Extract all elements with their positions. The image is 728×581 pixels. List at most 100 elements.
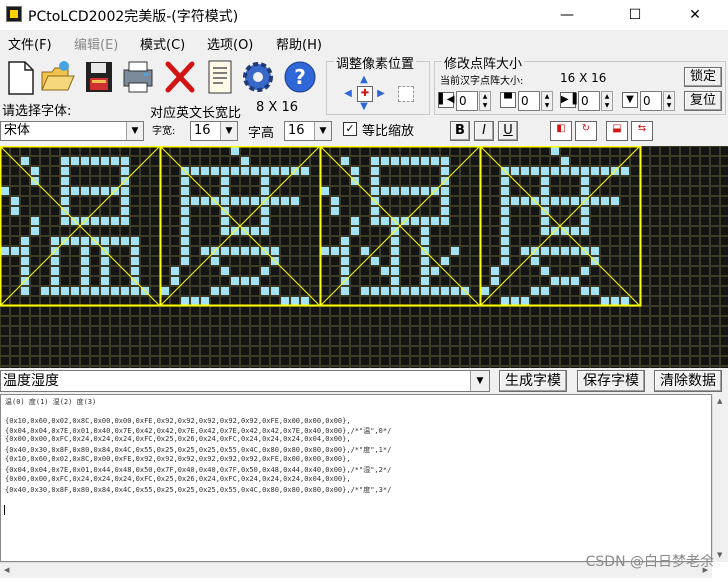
pixel-off[interactable]	[191, 247, 199, 255]
pixel-off[interactable]	[431, 307, 439, 315]
pixel-off[interactable]	[361, 337, 369, 345]
pixel-off[interactable]	[671, 227, 679, 235]
pixel-on[interactable]	[1, 247, 9, 255]
pixel-off[interactable]	[411, 197, 419, 205]
pixel-off[interactable]	[651, 327, 659, 335]
pixel-off[interactable]	[261, 277, 269, 285]
pixel-off[interactable]	[71, 277, 79, 285]
pixel-off[interactable]	[471, 237, 479, 245]
pixel-off[interactable]	[601, 227, 609, 235]
pixel-off[interactable]	[271, 227, 279, 235]
rotate-icon[interactable]: ↻	[575, 121, 597, 141]
pixel-off[interactable]	[691, 357, 699, 365]
pixel-off[interactable]	[11, 267, 19, 275]
pixel-off[interactable]	[171, 207, 179, 215]
pixel-off[interactable]	[591, 157, 599, 165]
pixel-off[interactable]	[61, 277, 69, 285]
pixel-off[interactable]	[341, 187, 349, 195]
pixel-off[interactable]	[401, 147, 409, 155]
pixel-off[interactable]	[521, 317, 529, 325]
pixel-on[interactable]	[501, 207, 509, 215]
pixel-grid[interactable]	[0, 146, 728, 368]
pixel-off[interactable]	[301, 347, 309, 355]
pixel-on[interactable]	[191, 167, 199, 175]
pixel-off[interactable]	[641, 307, 649, 315]
pixel-off[interactable]	[561, 187, 569, 195]
pixel-on[interactable]	[111, 217, 119, 225]
pixel-off[interactable]	[401, 297, 409, 305]
pixel-off[interactable]	[221, 147, 229, 155]
left-spin-arrows[interactable]: ▲ ▼	[479, 91, 491, 111]
pixel-off[interactable]	[171, 237, 179, 245]
pixel-off[interactable]	[341, 207, 349, 215]
pixel-off[interactable]	[461, 347, 469, 355]
pixel-off[interactable]	[561, 297, 569, 305]
pixel-off[interactable]	[711, 307, 719, 315]
pixel-on[interactable]	[541, 177, 549, 185]
pixel-on[interactable]	[561, 167, 569, 175]
pixel-off[interactable]	[181, 327, 189, 335]
pixel-off[interactable]	[91, 257, 99, 265]
pixel-off[interactable]	[611, 207, 619, 215]
bottom-spin-input[interactable]: 0	[640, 91, 662, 111]
pixel-off[interactable]	[721, 297, 728, 305]
pixel-off[interactable]	[11, 277, 19, 285]
pixel-off[interactable]	[421, 177, 429, 185]
pixel-off[interactable]	[721, 327, 728, 335]
pixel-off[interactable]	[521, 177, 529, 185]
pixel-off[interactable]	[121, 277, 129, 285]
pixel-off[interactable]	[241, 187, 249, 195]
pixel-on[interactable]	[371, 187, 379, 195]
pixel-off[interactable]	[451, 307, 459, 315]
pixel-off[interactable]	[21, 347, 29, 355]
pixel-off[interactable]	[271, 297, 279, 305]
pixel-on[interactable]	[181, 217, 189, 225]
pixel-off[interactable]	[591, 327, 599, 335]
pixel-off[interactable]	[471, 177, 479, 185]
pixel-on[interactable]	[61, 177, 69, 185]
pixel-off[interactable]	[621, 227, 629, 235]
pixel-off[interactable]	[451, 347, 459, 355]
pixel-on[interactable]	[91, 157, 99, 165]
pixel-off[interactable]	[661, 307, 669, 315]
pixel-off[interactable]	[721, 217, 728, 225]
pixel-off[interactable]	[11, 337, 19, 345]
pixel-off[interactable]	[521, 237, 529, 245]
pixel-on[interactable]	[541, 217, 549, 225]
pixel-off[interactable]	[431, 277, 439, 285]
pixel-off[interactable]	[461, 267, 469, 275]
pixel-off[interactable]	[501, 147, 509, 155]
pixel-on[interactable]	[261, 177, 269, 185]
pixel-off[interactable]	[51, 147, 59, 155]
pixel-on[interactable]	[61, 157, 69, 165]
pixel-on[interactable]	[371, 257, 379, 265]
pixel-off[interactable]	[161, 357, 169, 365]
pixel-off[interactable]	[371, 237, 379, 245]
pixel-off[interactable]	[501, 267, 509, 275]
pixel-on[interactable]	[181, 177, 189, 185]
pixel-off[interactable]	[541, 307, 549, 315]
pixel-off[interactable]	[71, 207, 79, 215]
pixel-off[interactable]	[641, 357, 649, 365]
vertical-scrollbar[interactable]: ▲ ▼	[712, 394, 728, 562]
pixel-on[interactable]	[101, 217, 109, 225]
pixel-off[interactable]	[271, 217, 279, 225]
pixel-on[interactable]	[241, 277, 249, 285]
pixel-off[interactable]	[511, 347, 519, 355]
pixel-off[interactable]	[151, 197, 159, 205]
pixel-off[interactable]	[51, 307, 59, 315]
top-spin-input[interactable]: 0	[518, 91, 540, 111]
pixel-off[interactable]	[361, 327, 369, 335]
pixel-off[interactable]	[461, 357, 469, 365]
pixel-off[interactable]	[681, 337, 689, 345]
pixel-on[interactable]	[561, 277, 569, 285]
pixel-off[interactable]	[101, 227, 109, 235]
pixel-on[interactable]	[31, 167, 39, 175]
pixel-off[interactable]	[41, 197, 49, 205]
pixel-off[interactable]	[181, 307, 189, 315]
pixel-off[interactable]	[1, 167, 9, 175]
pixel-off[interactable]	[551, 307, 559, 315]
pixel-off[interactable]	[661, 327, 669, 335]
pixel-on[interactable]	[291, 297, 299, 305]
left-spin-input[interactable]: 0	[456, 91, 478, 111]
